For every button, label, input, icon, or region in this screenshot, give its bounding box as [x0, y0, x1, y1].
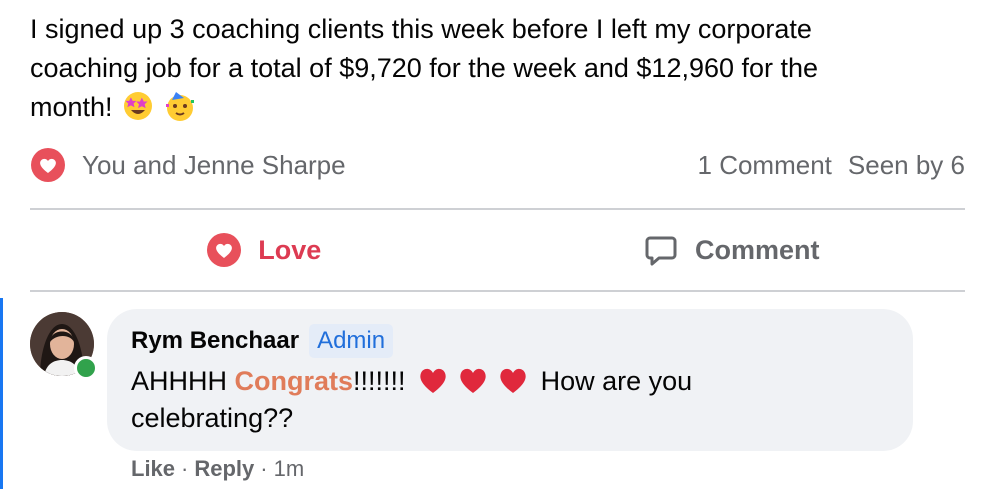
love-label: Love — [258, 234, 322, 265]
love-button[interactable]: Love — [30, 212, 498, 288]
reactions-stats: 1 Comment Seen by 6 — [698, 150, 965, 181]
seen-count[interactable]: Seen by 6 — [848, 150, 965, 181]
comment-bubble: Rym Benchaar Admin AHHHH Congrats!!!!!!!… — [107, 309, 913, 451]
comment-time[interactable]: 1m — [274, 456, 305, 482]
meta-separator: · — [181, 456, 189, 481]
thread-accent-bar — [0, 298, 3, 489]
comment-text-line2: celebrating?? — [131, 403, 294, 433]
reactions-row: You and Jenne Sharpe 1 Comment Seen by 6 — [30, 145, 965, 185]
love-icon — [207, 233, 242, 267]
love-reaction-icon — [31, 148, 65, 182]
comment-meta: Like · Reply · 1m — [131, 456, 304, 482]
red-heart-icon — [460, 368, 486, 393]
post-line-2: coaching job for a total of $9,720 for t… — [30, 53, 819, 83]
comment-exclamations: !!!!!!! — [353, 366, 406, 396]
admin-badge: Admin — [309, 324, 394, 358]
comment-button[interactable]: Comment — [498, 212, 966, 288]
comment-header: Rym Benchaar Admin — [131, 323, 889, 359]
star-struck-icon — [124, 92, 153, 120]
red-heart-icon — [420, 368, 446, 393]
online-status-indicator — [74, 356, 98, 380]
like-link[interactable]: Like — [131, 456, 175, 482]
reactions-text: You and Jenne Sharpe — [82, 149, 346, 180]
red-heart-icon — [500, 368, 526, 393]
post-text: I signed up 3 coaching clients this week… — [30, 10, 970, 127]
congrats-word: Congrats — [234, 366, 354, 396]
comment-count[interactable]: 1 Comment — [698, 150, 832, 181]
comment-label: Comment — [694, 234, 820, 265]
divider-bottom — [30, 290, 965, 292]
comment-text: AHHHH Congrats!!!!!!! How are you celebr… — [131, 363, 889, 437]
meta-separator: · — [260, 456, 268, 481]
comment-text-end: How are you — [540, 366, 693, 396]
comment-icon — [645, 236, 677, 266]
partying-face-icon — [165, 92, 194, 121]
divider-top — [30, 208, 965, 210]
reactions-summary[interactable]: You and Jenne Sharpe — [30, 147, 346, 183]
comment-author[interactable]: Rym Benchaar — [131, 327, 299, 355]
post-line-1: I signed up 3 coaching clients this week… — [30, 14, 812, 44]
post-line-3: month! — [30, 92, 113, 122]
post-actions: Love Comment — [30, 212, 965, 288]
reply-link[interactable]: Reply — [194, 456, 254, 482]
comment-text-start: AHHHH — [131, 366, 228, 396]
